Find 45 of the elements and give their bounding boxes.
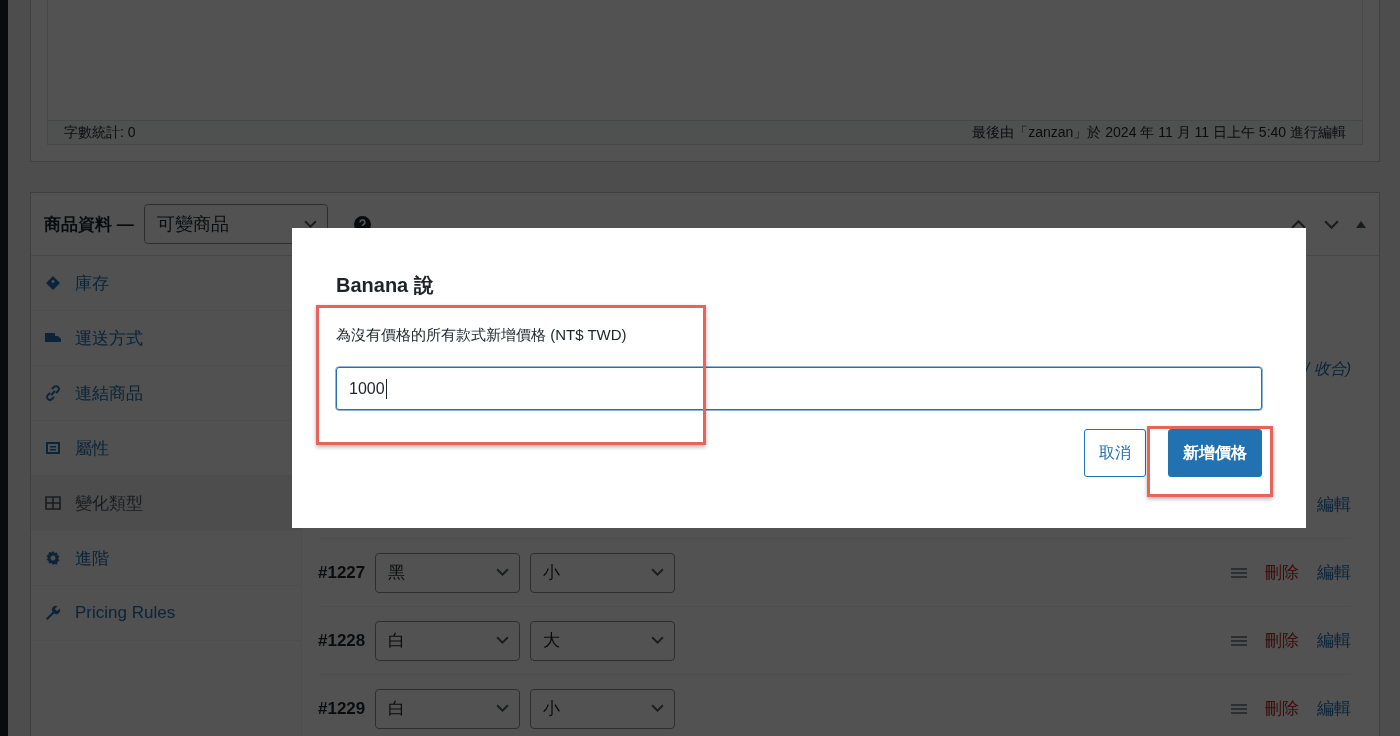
word-count: 字數統計: 0 bbox=[64, 123, 136, 142]
drag-handle-icon[interactable] bbox=[1231, 702, 1247, 715]
edit-link[interactable]: 編輯 bbox=[1317, 561, 1351, 584]
collapse-icon[interactable] bbox=[1356, 220, 1366, 228]
attribute-select[interactable]: 白 bbox=[375, 688, 521, 729]
dialog-title: Banana 說 bbox=[336, 273, 435, 298]
caret-icon bbox=[496, 568, 510, 577]
variation-id: #1229 bbox=[318, 698, 366, 719]
dialog-button[interactable]: 新增價格 bbox=[1168, 429, 1262, 477]
attribute-select[interactable]: 黑 bbox=[375, 552, 521, 593]
move-up-icon[interactable] bbox=[1290, 218, 1307, 230]
list-icon bbox=[45, 440, 61, 456]
delete-link[interactable]: 刪除 bbox=[1265, 629, 1299, 652]
dialog-button[interactable]: 取消 bbox=[1084, 429, 1146, 477]
edit-link[interactable]: 編輯 bbox=[1317, 629, 1351, 652]
move-down-icon[interactable] bbox=[1323, 218, 1340, 230]
product-type-select[interactable]: 可變商品 bbox=[143, 204, 328, 244]
wrench-icon bbox=[45, 605, 61, 621]
drag-handle-icon[interactable] bbox=[1231, 566, 1247, 579]
variation-id: #1228 bbox=[318, 630, 366, 651]
delete-link[interactable]: 刪除 bbox=[1265, 561, 1299, 584]
attribute-select[interactable]: 小 bbox=[530, 688, 676, 729]
caret-icon bbox=[651, 704, 665, 713]
attribute-select[interactable]: 白 bbox=[375, 620, 521, 661]
caret-icon bbox=[303, 219, 317, 229]
caret-icon bbox=[496, 636, 510, 645]
grid-icon bbox=[45, 495, 61, 511]
product-data-tab[interactable]: Pricing Rules bbox=[31, 586, 301, 641]
product-data-tab[interactable]: 進階 bbox=[31, 531, 301, 586]
edit-link[interactable]: 編輯 bbox=[1317, 493, 1351, 516]
caret-icon bbox=[651, 568, 665, 577]
panel-title: 商品資料 — bbox=[44, 213, 134, 236]
prompt-label: 為沒有價格的所有款式新增價格 (NT$ TWD) bbox=[336, 326, 628, 345]
price-input-field[interactable]: 1000 bbox=[336, 367, 1262, 410]
delete-link[interactable]: 刪除 bbox=[1265, 697, 1299, 720]
gear-icon bbox=[45, 550, 61, 566]
link-icon bbox=[45, 385, 61, 401]
tag-icon bbox=[45, 275, 61, 291]
caret-icon bbox=[651, 636, 665, 645]
attribute-select[interactable]: 小 bbox=[530, 552, 676, 593]
variation-id: #1227 bbox=[318, 562, 366, 583]
attribute-select[interactable]: 大 bbox=[530, 620, 676, 661]
drag-handle-icon[interactable] bbox=[1231, 634, 1247, 647]
edit-link[interactable]: 編輯 bbox=[1317, 697, 1351, 720]
caret-icon bbox=[496, 704, 510, 713]
